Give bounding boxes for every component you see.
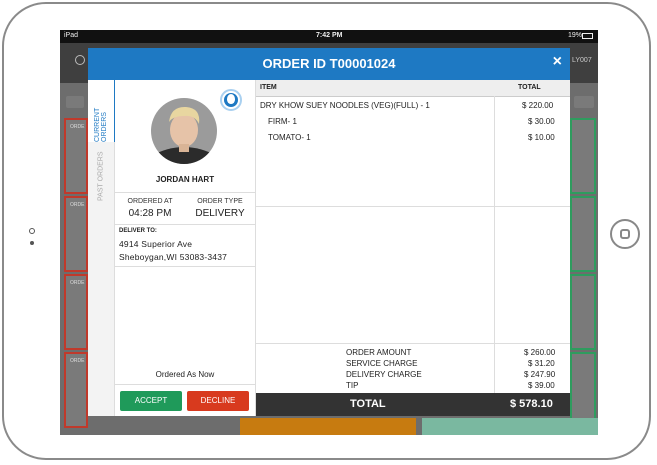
column-divider xyxy=(494,96,495,206)
background-order-card: ORDE xyxy=(64,274,88,350)
order-type-label: ORDER TYPE xyxy=(197,198,243,205)
item-row-name: FIRM- 1 xyxy=(268,117,297,126)
background-order-card: ORDE xyxy=(64,352,88,428)
background-order-card xyxy=(570,352,596,428)
column-divider xyxy=(494,206,495,343)
divider xyxy=(115,224,255,225)
items-header: ITEM TOTAL xyxy=(256,80,570,97)
clock: 7:42 PM xyxy=(316,32,343,39)
background-order-card xyxy=(570,196,596,272)
background-tab xyxy=(574,96,594,108)
service-charge-value: $ 31.20 xyxy=(528,359,555,368)
ordered-at-label: ORDERED AT xyxy=(127,198,173,205)
address-line-1: 4914 Superior Ave xyxy=(119,239,193,249)
total-value: $ 578.10 xyxy=(510,398,553,410)
apple-icon xyxy=(220,89,242,111)
order-amount-label: ORDER AMOUNT xyxy=(346,348,412,357)
item-row-total: $ 30.00 xyxy=(528,117,555,126)
address-line-2: Sheboygan,WI 53083-3437 xyxy=(119,252,228,262)
delivery-charge-value: $ 247.90 xyxy=(524,370,556,379)
item-row-total: $ 10.00 xyxy=(528,133,555,142)
divider xyxy=(256,206,570,207)
side-tabs: CURRENT ORDERS PAST ORDERS xyxy=(88,80,116,416)
customer-panel: JORDAN HART ORDERED AT ORDER TYPE 04:28 … xyxy=(115,80,256,416)
tip-value: $ 39.00 xyxy=(528,381,555,390)
divider xyxy=(115,266,255,267)
divider xyxy=(256,343,570,344)
tab-past-orders[interactable]: PAST ORDERS xyxy=(88,150,114,202)
ordered-note: Ordered As Now xyxy=(155,370,215,379)
divider xyxy=(115,384,255,385)
carrier-label: iPad xyxy=(64,32,79,39)
item-row-name: TOMATO- 1 xyxy=(268,133,311,142)
deliver-to-label: DELIVER TO: xyxy=(119,228,157,234)
background-bottom-bar xyxy=(422,418,598,435)
total-bar: TOTAL $ 578.10 xyxy=(256,393,570,416)
order-amount-value: $ 260.00 xyxy=(524,348,556,357)
background-id-label: LY007 xyxy=(572,57,592,64)
order-type-value: DELIVERY xyxy=(195,208,245,219)
sensor-dot xyxy=(30,241,34,245)
avatar-image xyxy=(151,98,217,164)
modal-title: ORDER ID T00001024 xyxy=(262,56,396,71)
ordered-at-value: 04:28 PM xyxy=(128,208,172,219)
tip-label: TIP xyxy=(346,381,359,390)
background-order-card xyxy=(570,118,596,194)
background-order-card: ORDE xyxy=(64,118,88,194)
clock-icon xyxy=(75,55,85,65)
background-order-card: ORDE xyxy=(64,196,88,272)
total-column-header: TOTAL xyxy=(518,84,541,91)
service-charge-label: SERVICE CHARGE xyxy=(346,359,418,368)
background-order-card xyxy=(570,274,596,350)
decline-button[interactable]: DECLINE xyxy=(187,391,249,411)
tab-current-orders[interactable]: CURRENT ORDERS xyxy=(88,80,116,142)
avatar xyxy=(151,98,217,164)
battery-icon xyxy=(582,33,593,39)
camera-dot xyxy=(29,228,35,234)
column-divider xyxy=(494,343,495,393)
items-panel: ITEM TOTAL DRY KHOW SUEY NOODLES (VEG)(F… xyxy=(256,80,570,416)
customer-name: JORDAN HART xyxy=(155,175,215,184)
battery-label: 19% xyxy=(568,32,583,39)
accept-button[interactable]: ACCEPT xyxy=(120,391,182,411)
background-tab xyxy=(66,96,84,108)
status-bar: iPad 7:42 PM 19% xyxy=(60,30,598,43)
home-button[interactable] xyxy=(610,219,640,249)
total-label: TOTAL xyxy=(350,398,386,410)
item-row-name: DRY KHOW SUEY NOODLES (VEG)(FULL) - 1 xyxy=(260,101,430,110)
divider xyxy=(115,192,255,193)
close-icon[interactable]: × xyxy=(553,53,562,71)
background-bottom-bar xyxy=(240,418,416,435)
item-column-header: ITEM xyxy=(260,84,277,91)
order-modal: ORDER ID T00001024 × CURRENT ORDERS PAST… xyxy=(88,48,570,416)
modal-header: ORDER ID T00001024 × xyxy=(88,48,570,80)
delivery-charge-label: DELIVERY CHARGE xyxy=(346,370,422,379)
item-row-total: $ 220.00 xyxy=(522,101,554,110)
